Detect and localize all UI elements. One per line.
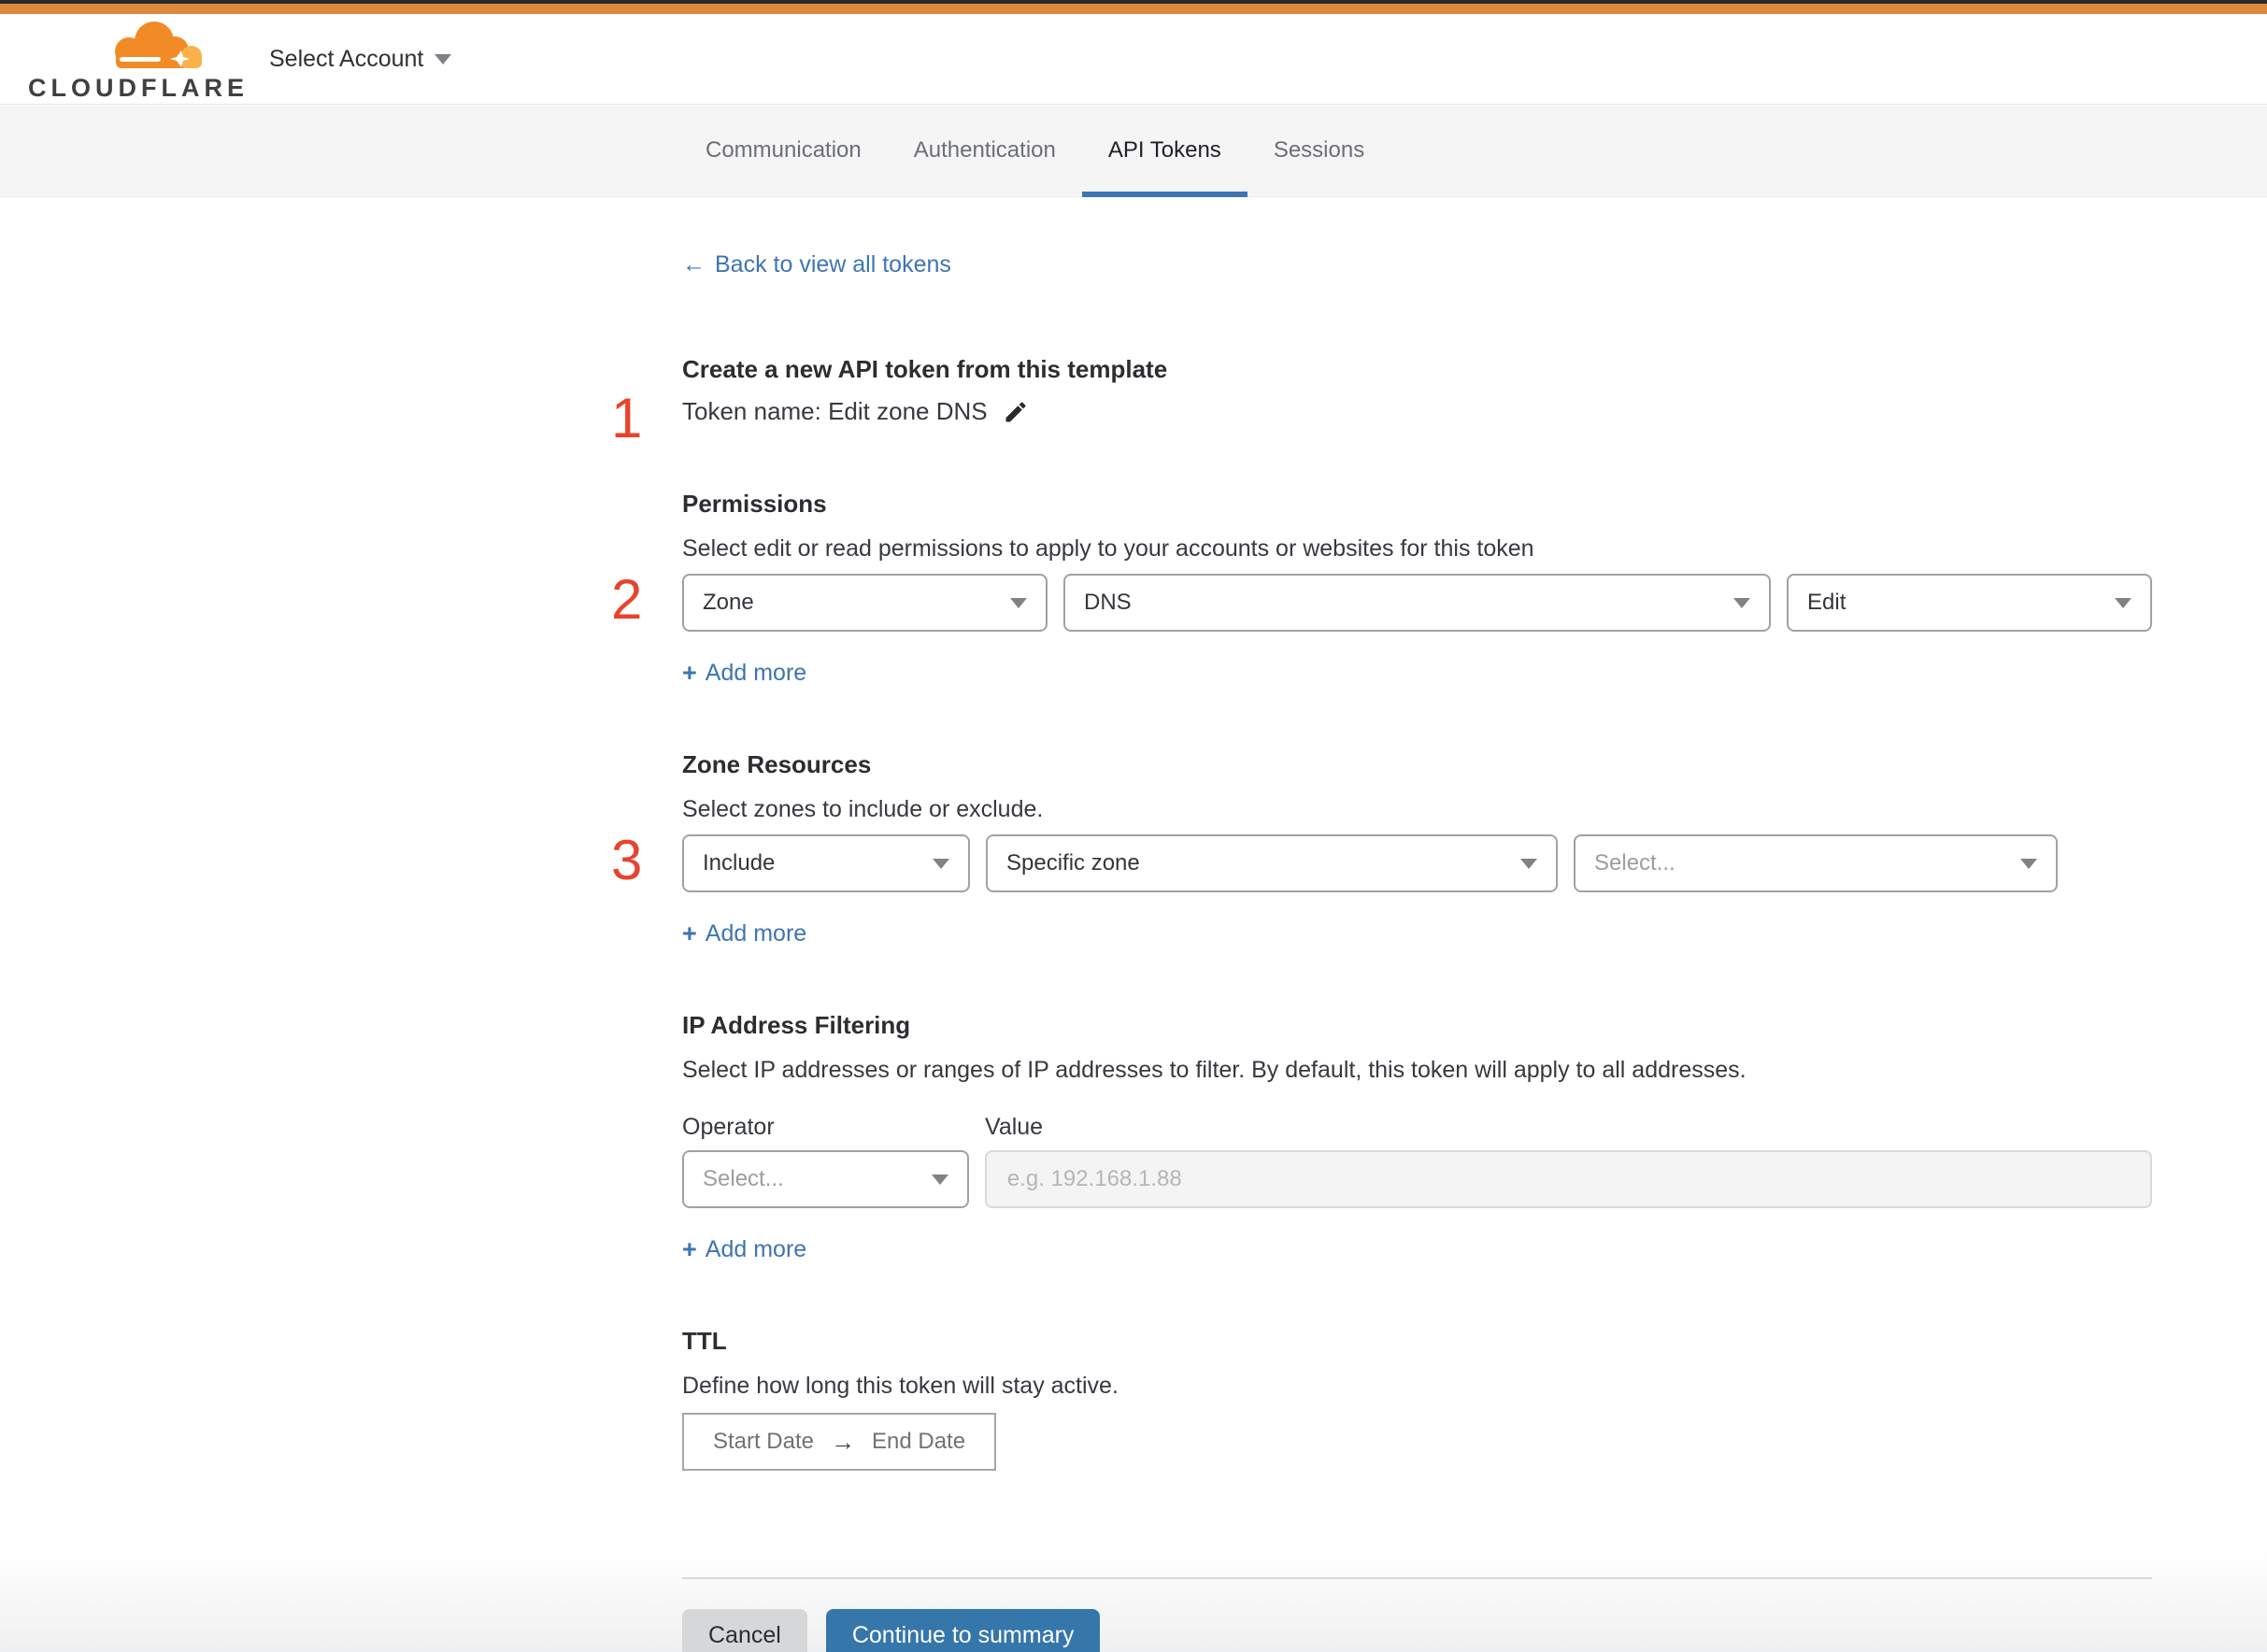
zone-type-value: Specific zone (1006, 850, 1140, 876)
ip-value-input (984, 1150, 2152, 1208)
zone-resources-section: 3 Zone Resources Select zones to include… (611, 750, 2152, 947)
plus-icon: + (682, 919, 697, 947)
permissions-section: 2 Permissions Select edit or read permis… (611, 490, 2152, 687)
ip-filtering-section: IP Address Filtering Select IP addresses… (682, 1011, 2152, 1263)
top-orange-bar (0, 4, 2267, 14)
permission-access-value: Edit (1807, 590, 1846, 615)
account-selector-label: Select Account (269, 45, 424, 72)
permission-service-value: DNS (1084, 590, 1132, 615)
permissions-title: Permissions (682, 490, 827, 518)
token-name-text: Token name: Edit zone DNS (682, 397, 988, 425)
app-header: CLOUDFLARE Select Account (0, 14, 2267, 104)
step-number-3: 3 (611, 829, 643, 891)
tab-label: Communication (706, 137, 862, 163)
add-more-label: Add more (705, 660, 807, 686)
zone-resources-title: Zone Resources (682, 750, 872, 778)
token-section-title: Create a new API token from this templat… (682, 355, 1168, 383)
cloudflare-create-token-page: CLOUDFLARE Select Account Communication … (0, 0, 2267, 1652)
plus-icon: + (682, 659, 697, 687)
add-more-label: Add more (705, 1236, 807, 1262)
add-more-label: Add more (705, 920, 807, 947)
token-name-section: 1 Create a new API token from this templ… (611, 355, 2152, 447)
tab-label: Sessions (1273, 137, 1365, 163)
ttl-section: TTL Define how long this token will stay… (682, 1327, 2152, 1471)
permission-scope-select[interactable]: Zone (682, 574, 1048, 632)
zone-operator-select[interactable]: Include (682, 834, 970, 892)
back-link-label: Back to view all tokens (715, 251, 951, 278)
tab-api-tokens[interactable]: API Tokens (1081, 105, 1248, 197)
zone-type-select[interactable]: Specific zone (986, 834, 1558, 892)
tab-authentication[interactable]: Authentication (888, 105, 1082, 196)
zone-value-placeholder: Select... (1594, 850, 1675, 876)
ttl-title: TTL (682, 1327, 727, 1355)
brand-wordmark: CLOUDFLARE (28, 73, 249, 102)
ip-operator-select[interactable]: Select... (682, 1150, 969, 1208)
ip-filtering-add-more-link[interactable]: + Add more (682, 1236, 806, 1263)
zone-value-select[interactable]: Select... (1574, 834, 2058, 892)
chevron-down-icon (1733, 597, 1750, 608)
plus-icon: + (682, 1235, 697, 1263)
tab-label: Authentication (913, 137, 1056, 163)
account-selector[interactable]: Select Account (269, 45, 452, 73)
zone-operator-value: Include (703, 850, 776, 876)
step-number-1: 1 (611, 387, 643, 449)
cancel-button[interactable]: Cancel (682, 1609, 807, 1652)
cloudflare-logo[interactable]: CLOUDFLARE (28, 16, 249, 103)
chevron-down-icon (2020, 858, 2037, 869)
value-label: Value (985, 1114, 1044, 1140)
ip-filtering-subtitle: Select IP addresses or ranges of IP addr… (682, 1057, 1747, 1083)
footer-divider (682, 1577, 2152, 1579)
cloudflare-cloud-icon (115, 21, 202, 68)
permissions-subtitle: Select edit or read permissions to apply… (682, 535, 1534, 562)
chevron-down-icon (933, 858, 949, 869)
edit-pencil-icon[interactable] (1003, 399, 1029, 425)
ttl-subtitle: Define how long this token will stay act… (682, 1373, 1119, 1399)
permission-service-select[interactable]: DNS (1063, 574, 1771, 632)
zone-resources-subtitle: Select zones to include or exclude. (682, 796, 1044, 822)
arrow-right-icon: → (830, 1427, 855, 1456)
ip-operator-placeholder: Select... (703, 1166, 784, 1191)
operator-label: Operator (682, 1114, 775, 1140)
permission-access-select[interactable]: Edit (1787, 574, 2152, 632)
main-content: ← Back to view all tokens 1 Create a new… (611, 197, 2152, 1652)
zone-resources-add-more-link[interactable]: + Add more (682, 920, 806, 947)
chevron-down-icon (1520, 858, 1537, 869)
tab-communication[interactable]: Communication (679, 105, 888, 196)
permission-scope-value: Zone (703, 590, 754, 615)
chevron-down-icon (435, 53, 452, 64)
footer-actions: Cancel Continue to summary (682, 1609, 2152, 1652)
chevron-down-icon (2115, 597, 2132, 608)
tab-label: API Tokens (1107, 137, 1221, 163)
start-date-label: Start Date (712, 1429, 814, 1454)
step-number-2: 2 (611, 568, 643, 631)
profile-tabbar: Communication Authentication API Tokens … (0, 104, 2267, 197)
chevron-down-icon (1010, 597, 1027, 608)
ttl-date-range-picker[interactable]: Start Date → End Date (682, 1413, 996, 1471)
arrow-left-icon: ← (682, 251, 706, 278)
chevron-down-icon (931, 1174, 948, 1185)
end-date-label: End Date (871, 1429, 966, 1454)
back-to-tokens-link[interactable]: ← Back to view all tokens (682, 251, 951, 278)
permissions-add-more-link[interactable]: + Add more (682, 660, 806, 687)
tab-sessions[interactable]: Sessions (1248, 105, 1390, 196)
ip-filtering-title: IP Address Filtering (682, 1011, 911, 1039)
continue-to-summary-button[interactable]: Continue to summary (825, 1609, 1101, 1652)
